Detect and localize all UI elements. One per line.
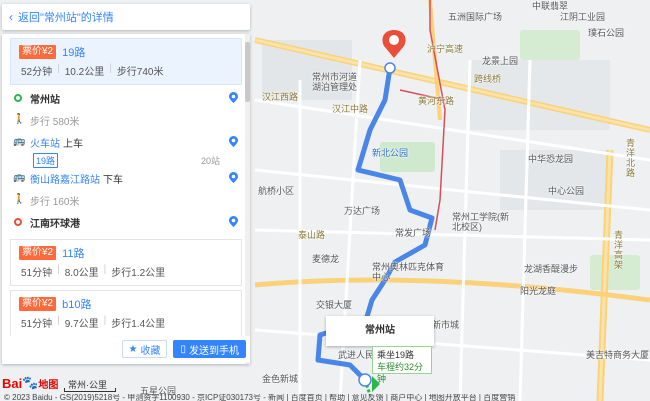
map-label: 阳光龙庭 xyxy=(520,286,557,296)
road-label: 泰山路 xyxy=(298,230,326,240)
route-duration: 51分钟 xyxy=(21,319,53,330)
route-name: 11路 xyxy=(62,247,85,260)
route-distance: 9.7公里 xyxy=(64,319,99,330)
back-to-detail-button[interactable]: ‹ 返回"常州站"的详情 xyxy=(2,4,250,30)
map-label: 新北公园 xyxy=(372,148,409,158)
step-board[interactable]: 🚌 火车站 上车 xyxy=(12,131,240,153)
back-label: 返回"常州站"的详情 xyxy=(18,12,114,24)
walk-text: 步行 580米 xyxy=(30,116,80,128)
chevron-left-icon: ‹ xyxy=(9,10,13,24)
route-steps: 常州站 🚶 步行 580米 🚌 火车站 上车 19路 20站 🚌 衡山路嘉江路站… xyxy=(2,85,250,235)
map-label: 麦德龙 xyxy=(312,254,340,264)
route-walk: 步行1.2公里 xyxy=(111,268,166,279)
map-label: 交银大厦 xyxy=(316,300,353,310)
scrollbar-thumb[interactable] xyxy=(245,42,250,102)
route-name: b10路 xyxy=(62,298,92,311)
map-label: 龙湖香醍漫步 xyxy=(524,264,579,274)
stop-count: 20站 xyxy=(200,155,220,166)
alight-action: 下车 xyxy=(103,174,123,186)
copyright: © 2023 Baidu - GS(2019)5218号 - 甲测资字11009… xyxy=(4,394,516,401)
ride-time: 车程约32分钟 xyxy=(377,362,424,384)
start-dot-icon xyxy=(14,94,22,102)
route-walk: 步行1.4公里 xyxy=(111,319,166,330)
map-label: 常州奥林匹克体育中心 xyxy=(372,262,445,282)
route-duration: 51分钟 xyxy=(21,268,53,279)
map-label: 常发广场 xyxy=(395,228,432,238)
map-label: 璞石公园 xyxy=(588,28,625,38)
map-label: 五洲国际广场 xyxy=(448,12,503,22)
ride-info-box: 乘坐19路 车程约32分钟 xyxy=(372,346,432,384)
route-card-3[interactable]: 票价¥2 b10路 51分钟 | 9.7公里 | 步行1.4公里 xyxy=(10,290,242,337)
map-label: 新市城 xyxy=(432,320,460,330)
step-start[interactable]: 常州站 xyxy=(12,87,240,109)
walk-icon: 🚶 xyxy=(13,114,26,125)
scale-bar xyxy=(64,388,116,392)
bus-icon: 🚌 xyxy=(13,136,26,147)
map-label: 金色新城 xyxy=(262,374,299,384)
walk-text: 步行 160米 xyxy=(30,196,80,208)
locate-icon[interactable] xyxy=(229,136,238,147)
price-badge: 票价¥2 xyxy=(19,245,57,260)
step-bus-line[interactable]: 19路 20站 xyxy=(12,152,240,168)
phone-icon: ▯ xyxy=(180,343,186,355)
map-label: 江阴工业园 xyxy=(560,12,606,22)
map-label: 常州市河道湖泊管理处 xyxy=(312,72,358,92)
road-label: 汉江中路 xyxy=(332,104,369,114)
route-list: 票价¥2 19路 52分钟 | 10.2公里 | 步行740米 常州站 🚶 步行… xyxy=(2,34,250,364)
ride-line: 乘坐19路 xyxy=(377,350,415,360)
locate-icon[interactable] xyxy=(229,92,238,103)
end-dot-icon xyxy=(14,218,22,226)
route-distance: 10.2公里 xyxy=(64,67,105,78)
locate-icon[interactable] xyxy=(229,216,238,227)
favorite-label: 收藏 xyxy=(140,345,161,357)
bus-line-tag: 19路 xyxy=(33,152,59,168)
send-to-phone-button[interactable]: ▯ 发送到手机 xyxy=(173,340,246,358)
map-label: 常州工学院(新北校区) xyxy=(452,212,509,232)
map-label: 美吉特商务大厦 xyxy=(586,350,650,360)
route-name: 19路 xyxy=(62,46,86,59)
end-station: 江南环球港 xyxy=(30,218,80,230)
start-station: 常州站 xyxy=(30,94,60,106)
station-tooltip: 常州站 xyxy=(326,316,434,346)
road-label: 沪宁高速 xyxy=(427,44,464,54)
road-label: 跨线桥 xyxy=(474,74,502,84)
action-bar: ★ 收藏 ▯ 发送到手机 xyxy=(2,336,250,362)
price-badge: 票价¥2 xyxy=(19,44,57,59)
alight-station: 衡山路嘉江路站 xyxy=(30,174,100,186)
step-end[interactable]: 江南环球港 xyxy=(12,211,240,233)
route-card-2[interactable]: 票价¥2 11路 51分钟 | 8.0公里 | 步行1.2公里 xyxy=(10,239,242,286)
step-walk-2[interactable]: 🚶 步行 160米 xyxy=(12,189,240,211)
map-label: 航桥小区 xyxy=(258,186,295,196)
scrollbar[interactable] xyxy=(245,34,250,364)
road-label: 黄河东路 xyxy=(418,96,455,106)
send-label: 发送到手机 xyxy=(189,345,239,357)
baidu-logo[interactable]: Bai 🐾 地图 xyxy=(2,375,58,391)
locate-icon[interactable] xyxy=(229,172,238,183)
route-distance: 8.0公里 xyxy=(64,268,99,279)
route-duration: 52分钟 xyxy=(21,67,53,78)
favorite-button[interactable]: ★ 收藏 xyxy=(121,340,168,358)
map-label: 中心公园 xyxy=(548,186,585,196)
step-alight[interactable]: 🚌 衡山路嘉江路站 下车 xyxy=(12,167,240,189)
board-station: 火车站 xyxy=(30,138,60,150)
bus-icon: 🚌 xyxy=(13,172,26,183)
map-label: 龙景上园 xyxy=(482,56,519,66)
price-badge: 票价¥2 xyxy=(19,296,57,311)
road-label: 青洋高架 xyxy=(614,230,624,270)
road-label: 汉江西路 xyxy=(262,92,299,102)
route-card-1[interactable]: 票价¥2 19路 52分钟 | 10.2公里 | 步行740米 xyxy=(10,38,242,85)
map-label: 万达广场 xyxy=(344,206,381,216)
road-label: 青洋北路 xyxy=(626,138,636,178)
step-walk-1[interactable]: 🚶 步行 580米 xyxy=(12,109,240,131)
route-walk: 步行740米 xyxy=(116,67,164,78)
route-panel: ‹ 返回"常州站"的详情 票价¥2 19路 52分钟 | 10.2公里 | 步行… xyxy=(0,0,254,401)
star-icon: ★ xyxy=(128,343,138,355)
board-action: 上车 xyxy=(63,138,83,150)
walk-icon: 🚶 xyxy=(13,194,26,205)
map-label: 中华恐龙园 xyxy=(528,154,574,164)
